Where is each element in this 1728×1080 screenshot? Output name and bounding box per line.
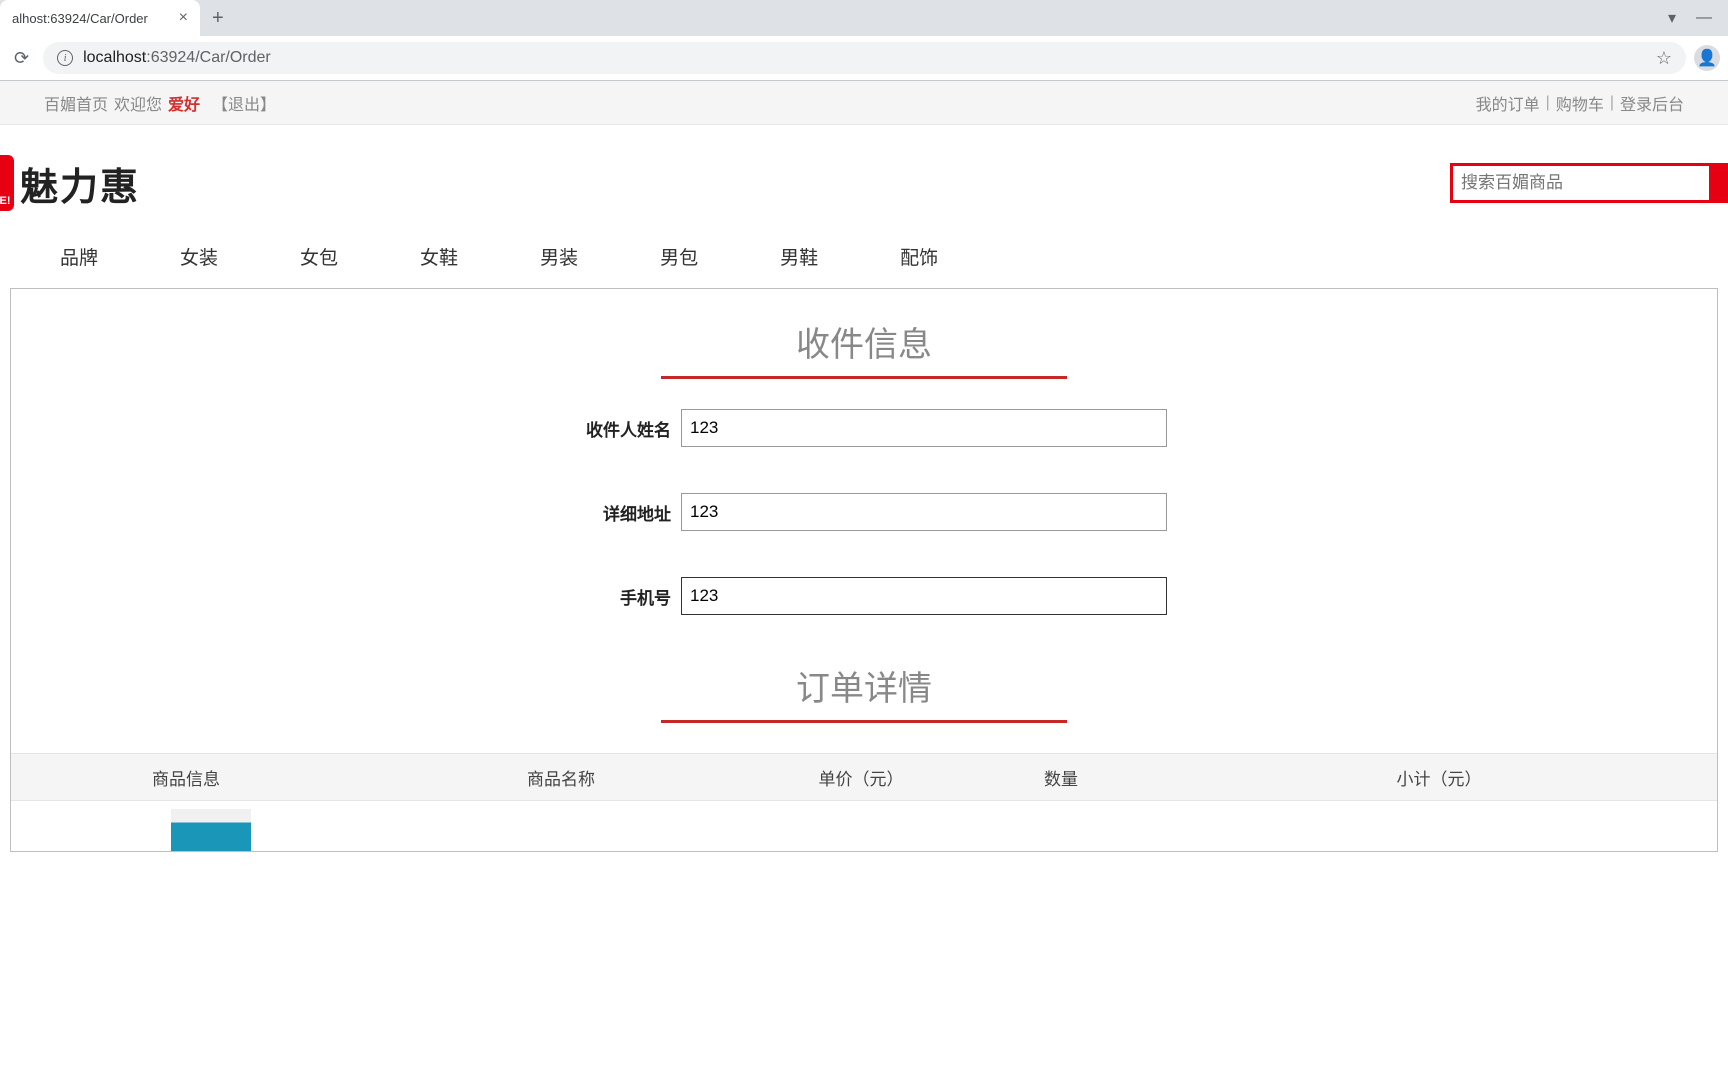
nav-item-brand[interactable]: 品牌 (60, 243, 98, 270)
order-content: 收件信息 收件人姓名 详细地址 手机号 订单详情 商品信息 商品名称 单价（元）… (10, 288, 1718, 852)
url-text: localhost:63924/Car/Order (83, 49, 271, 67)
form-row-name: 收件人姓名 (11, 409, 1717, 447)
address-bar[interactable]: i localhost:63924/Car/Order ☆ (43, 42, 1686, 74)
username: 爱好 (168, 91, 200, 115)
nav-item-men-clothes[interactable]: 男装 (540, 243, 578, 270)
col-product-info: 商品信息 (11, 765, 361, 790)
logo-badge-icon: E! (0, 155, 14, 211)
nav-item-men-bags[interactable]: 男包 (660, 243, 698, 270)
my-orders-link[interactable]: 我的订单 (1476, 91, 1540, 115)
address-label: 详细地址 (561, 500, 671, 525)
tab-title: alhost:63924/Car/Order (12, 11, 171, 26)
info-icon[interactable]: i (57, 50, 73, 66)
main-nav: 品牌 女装 女包 女鞋 男装 男包 男鞋 配饰 (0, 231, 1728, 288)
cart-link[interactable]: 购物车 (1556, 91, 1604, 115)
top-utility-bar: 百媚首页 欢迎您 爱好 【退出】 我的订单 | 购物车 | 登录后台 (0, 81, 1728, 125)
product-thumbnail (171, 809, 251, 851)
recipient-name-input[interactable] (681, 409, 1167, 447)
nav-item-women-bags[interactable]: 女包 (300, 243, 338, 270)
chevron-down-icon[interactable]: ▾ (1668, 8, 1676, 28)
nav-item-women-clothes[interactable]: 女装 (180, 243, 218, 270)
profile-icon[interactable]: 👤 (1694, 45, 1720, 71)
form-row-phone: 手机号 (11, 577, 1717, 615)
order-details-title: 订单详情 (11, 661, 1717, 720)
nav-item-accessories[interactable]: 配饰 (900, 243, 938, 270)
home-link[interactable]: 百媚首页 (44, 91, 108, 115)
phone-label: 手机号 (561, 584, 671, 609)
col-quantity: 数量 (961, 765, 1161, 790)
browser-chrome: alhost:63924/Car/Order × + ▾ — ⟳ i local… (0, 0, 1728, 81)
logo-text: 魅力惠 (20, 156, 140, 211)
browser-tab[interactable]: alhost:63924/Car/Order × (0, 0, 200, 36)
tab-bar: alhost:63924/Car/Order × + ▾ — (0, 0, 1728, 36)
address-bar-row: ⟳ i localhost:63924/Car/Order ☆ 👤 (0, 36, 1728, 80)
col-unit-price: 单价（元） (761, 765, 961, 790)
site-logo[interactable]: E! 魅力惠 (0, 155, 140, 211)
title-underline-2 (661, 720, 1067, 723)
recipient-name-label: 收件人姓名 (561, 416, 671, 441)
site-header: E! 魅力惠 (0, 125, 1728, 231)
form-row-address: 详细地址 (11, 493, 1717, 531)
nav-item-men-shoes[interactable]: 男鞋 (780, 243, 818, 270)
bookmark-star-icon[interactable]: ☆ (1656, 48, 1672, 69)
welcome-text: 欢迎您 (114, 91, 162, 115)
col-subtotal: 小计（元） (1161, 765, 1717, 790)
title-underline (661, 376, 1067, 379)
minimize-icon[interactable]: — (1696, 9, 1712, 27)
admin-login-link[interactable]: 登录后台 (1620, 91, 1684, 115)
phone-input[interactable] (681, 577, 1167, 615)
search-input[interactable] (1453, 166, 1709, 200)
recipient-info-title: 收件信息 (11, 317, 1717, 376)
col-product-name: 商品名称 (361, 765, 761, 790)
window-controls: ▾ — (1668, 8, 1728, 28)
address-input[interactable] (681, 493, 1167, 531)
reload-icon[interactable]: ⟳ (8, 42, 35, 75)
close-icon[interactable]: × (179, 9, 188, 27)
search-box (1450, 163, 1728, 203)
nav-item-women-shoes[interactable]: 女鞋 (420, 243, 458, 270)
order-table-header: 商品信息 商品名称 单价（元） 数量 小计（元） (11, 753, 1717, 801)
new-tab-button[interactable]: + (212, 7, 224, 30)
product-row (11, 801, 1717, 851)
search-button[interactable] (1709, 166, 1725, 200)
logout-link[interactable]: 【退出】 (212, 91, 276, 115)
